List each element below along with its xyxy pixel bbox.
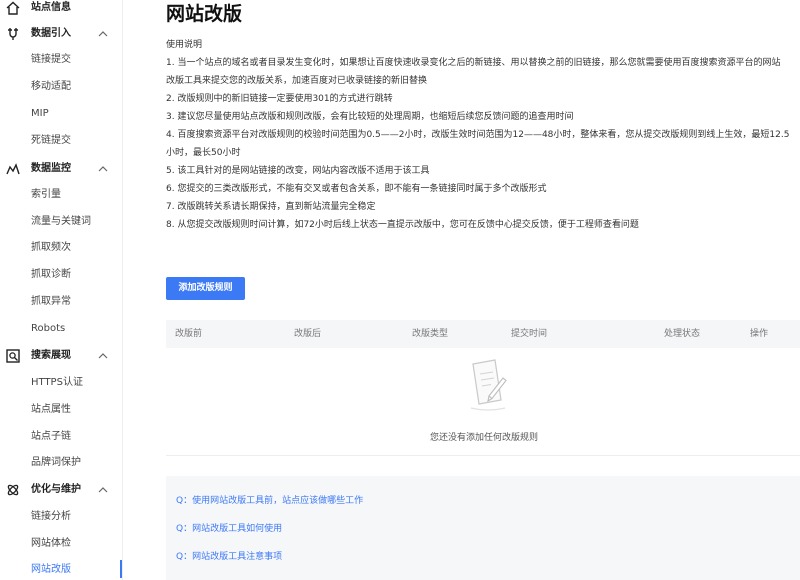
sidebar-item-https[interactable]: HTTPS认证 [31, 376, 83, 390]
instruction-line: 3. 建议您尽量使用站点改版和规则改版，会有比较短的处理周期，也缩短后续您反馈问… [166, 112, 574, 122]
column-header: 改版类型 [412, 329, 449, 339]
instruction-line: 改版工具来提交您的改版关系，加速百度对已收录链接的新旧替换 [166, 76, 428, 86]
search-display-icon [6, 349, 20, 363]
sidebar-item-site-sublinks[interactable]: 站点子链 [31, 430, 71, 444]
instruction-line: 使用说明 [166, 40, 203, 50]
faq-link[interactable]: Q：网站改版工具如何使用 [176, 521, 282, 534]
sidebar-item-crawl-error[interactable]: 抓取异常 [31, 295, 71, 309]
monitor-chart-icon [6, 163, 20, 175]
sidebar-item-link-analysis[interactable]: 链接分析 [31, 510, 71, 524]
sidebar-item-site-revision[interactable]: 网站改版 [31, 563, 71, 577]
page-title: 网站改版 [166, 3, 243, 25]
instruction-line: 小时，最长50小时 [166, 148, 241, 158]
sidebar-item-crawl-frequency[interactable]: 抓取频次 [31, 241, 71, 255]
sidebar-item-site-attributes[interactable]: 站点属性 [31, 403, 71, 417]
instructions: 使用说明 1. 当一个站点的域名或者目录发生变化时，如果想让百度快速收录变化之后… [166, 36, 800, 234]
sidebar-section-data-import[interactable]: 数据引入 [0, 22, 122, 48]
sidebar-section-label: 优化与维护 [31, 484, 81, 495]
instruction-line: 1. 当一个站点的域名或者目录发生变化时，如果想让百度快速收录变化之后的新链接、… [166, 58, 781, 68]
sidebar-item-link-submit[interactable]: 链接提交 [31, 53, 71, 67]
sidebar-section-site-info[interactable]: 站点信息 [0, 0, 122, 22]
chevron-up-icon[interactable] [97, 484, 109, 496]
chevron-up-icon[interactable] [97, 28, 109, 40]
chevron-up-icon[interactable] [97, 163, 109, 175]
divider [166, 455, 800, 456]
faq-panel: Q：使用网站改版工具前，站点应该做哪些工作 Q：网站改版工具如何使用 Q：网站改… [166, 476, 800, 580]
instruction-line: 7. 改版跳转关系请长期保持，直到新站流量完全稳定 [166, 202, 376, 212]
sidebar-section-label: 数据引入 [31, 28, 71, 39]
table-header: 改版前 改版后 改版类型 提交时间 处理状态 操作 [166, 320, 800, 348]
sidebar-item-brand-protection[interactable]: 品牌词保护 [31, 456, 81, 470]
column-header: 改版前 [175, 329, 203, 339]
sidebar-section-label: 数据监控 [31, 163, 71, 174]
data-import-icon [8, 28, 18, 40]
sidebar-item-mobile-adapt[interactable]: 移动适配 [31, 80, 71, 94]
sidebar-item-index[interactable]: 索引量 [31, 188, 61, 202]
sidebar: 站点信息 数据引入 链接提交 移动适配 MIP 死链提交 数据监控 索引量 流量… [0, 0, 123, 580]
column-header: 提交时间 [511, 329, 548, 339]
column-header: 改版后 [294, 329, 322, 339]
chevron-up-icon[interactable] [97, 350, 109, 362]
sidebar-section-search-display[interactable]: 搜索展现 [0, 344, 122, 370]
sidebar-item-dead-link[interactable]: 死链提交 [31, 134, 71, 148]
sidebar-item-mip[interactable]: MIP [31, 107, 49, 121]
main-content: 网站改版 使用说明 1. 当一个站点的域名或者目录发生变化时，如果想让百度快速收… [166, 0, 800, 580]
instruction-line: 8. 从您提交改版规则时间计算，如72小时后线上状态一直提示改版中，您可在反馈中… [166, 220, 639, 230]
instruction-line: 5. 该工具针对的是网站链接的改变，网站内容改版不适用于该工具 [166, 166, 430, 176]
active-indicator [120, 560, 122, 578]
empty-state-text: 您还没有添加任何改版规则 [430, 433, 539, 443]
instruction-line: 6. 您提交的三类改版形式，不能有交叉或者包含关系，即不能有一条链接同时属于多个… [166, 184, 547, 194]
optimize-icon [7, 484, 19, 496]
faq-link[interactable]: Q：使用网站改版工具前，站点应该做哪些工作 [176, 493, 363, 506]
sidebar-section-label: 站点信息 [31, 2, 71, 13]
faq-link[interactable]: Q：网站改版工具注意事项 [176, 549, 282, 562]
add-revision-rule-button[interactable]: 添加改版规则 [166, 277, 245, 300]
home-icon [6, 1, 20, 15]
column-header: 处理状态 [664, 329, 701, 339]
sidebar-item-traffic-keywords[interactable]: 流量与关键词 [31, 215, 91, 229]
sidebar-section-label: 搜索展现 [31, 350, 71, 361]
sidebar-item-site-check[interactable]: 网站体检 [31, 537, 71, 551]
instruction-line: 4. 百度搜索资源平台对改版规则的校验时间范围为0.5——2小时，改版生效时间范… [166, 130, 790, 140]
sidebar-item-robots[interactable]: Robots [31, 322, 65, 336]
sidebar-section-data-monitor[interactable]: 数据监控 [0, 157, 122, 183]
sidebar-item-crawl-diagnosis[interactable]: 抓取诊断 [31, 268, 71, 282]
column-header: 操作 [750, 329, 769, 339]
instruction-line: 2. 改版规则中的新旧链接一定要使用301的方式进行跳转 [166, 94, 393, 104]
sidebar-section-optimize[interactable]: 优化与维护 [0, 478, 122, 504]
empty-document-icon [470, 359, 507, 411]
